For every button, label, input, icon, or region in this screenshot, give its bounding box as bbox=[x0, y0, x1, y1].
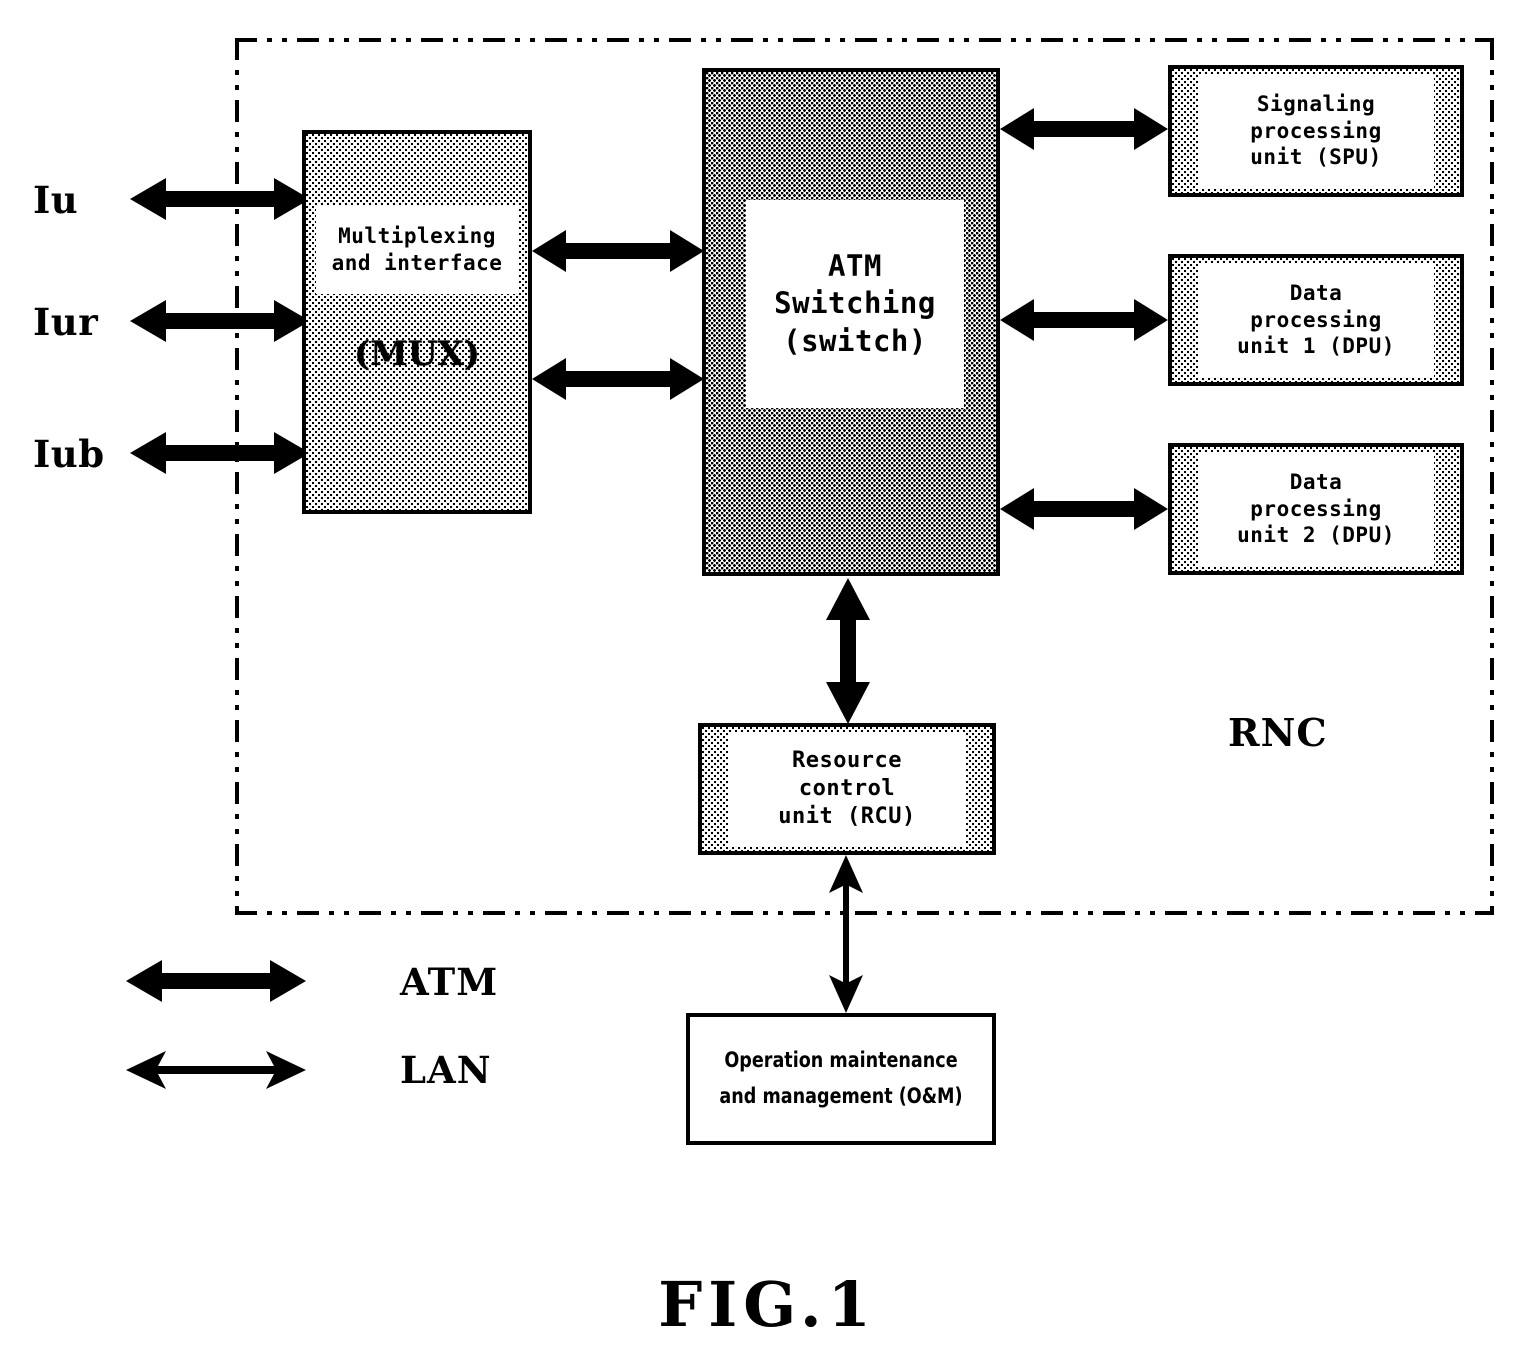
rnc-boundary-top-edge bbox=[235, 38, 1494, 42]
block-resource-control-unit[interactable]: Resource control unit (RCU) bbox=[698, 723, 996, 855]
block-spu-title: Signaling processing unit (SPU) bbox=[1198, 74, 1434, 188]
interface-label-iu: Iu bbox=[33, 178, 79, 222]
arrow-atm-to-spu bbox=[1000, 108, 1168, 150]
block-multiplexing-and-interface[interactable]: Multiplexing and interface (MUX) bbox=[302, 130, 532, 514]
rnc-boundary-right-edge bbox=[1490, 38, 1494, 915]
legend-atm-arrow-icon bbox=[126, 960, 306, 1002]
figure-canvas: Iu Iur Iub Multiplexing and interface (M… bbox=[0, 0, 1535, 1364]
figure-caption: FIG.1 bbox=[658, 1268, 877, 1341]
interface-label-iur: Iur bbox=[33, 300, 99, 344]
legend-atm-label: ATM bbox=[400, 960, 499, 1004]
legend-lan-label: LAN bbox=[400, 1048, 492, 1092]
arrow-atm-to-dpu1 bbox=[1000, 299, 1168, 341]
block-dpu1-title: Data processing unit 1 (DPU) bbox=[1198, 263, 1434, 377]
legend-lan-arrow-icon bbox=[126, 1051, 306, 1089]
block-oam-title: Operation maintenance and management (O&… bbox=[719, 1048, 963, 1108]
arrow-mux-to-atm-upper bbox=[532, 230, 704, 272]
block-operation-maintenance-management[interactable]: Operation maintenance and management (O&… bbox=[686, 1013, 996, 1145]
block-signaling-processing-unit[interactable]: Signaling processing unit (SPU) bbox=[1168, 65, 1464, 197]
rnc-label: RNC bbox=[1228, 710, 1328, 755]
arrow-atm-to-rcu bbox=[826, 578, 870, 724]
block-data-processing-unit-1[interactable]: Data processing unit 1 (DPU) bbox=[1168, 254, 1464, 386]
interface-label-iub: Iub bbox=[33, 432, 105, 476]
arrow-iub-to-mux bbox=[130, 432, 310, 474]
arrow-iu-to-mux bbox=[130, 178, 310, 220]
arrow-iur-to-mux bbox=[130, 300, 310, 342]
block-dpu2-title: Data processing unit 2 (DPU) bbox=[1198, 452, 1434, 566]
block-data-processing-unit-2[interactable]: Data processing unit 2 (DPU) bbox=[1168, 443, 1464, 575]
block-rcu-title: Resource control unit (RCU) bbox=[728, 732, 966, 846]
block-mux-title: Multiplexing and interface bbox=[316, 206, 518, 294]
arrow-mux-to-atm-lower bbox=[532, 358, 704, 400]
block-atm-switching-title: ATM Switching (switch) bbox=[746, 200, 964, 408]
arrow-atm-to-dpu2 bbox=[1000, 488, 1168, 530]
block-mux-abbr: (MUX) bbox=[354, 334, 480, 374]
arrow-rcu-to-oam-lan bbox=[829, 855, 863, 1013]
block-atm-switching[interactable]: ATM Switching (switch) bbox=[702, 68, 1000, 576]
